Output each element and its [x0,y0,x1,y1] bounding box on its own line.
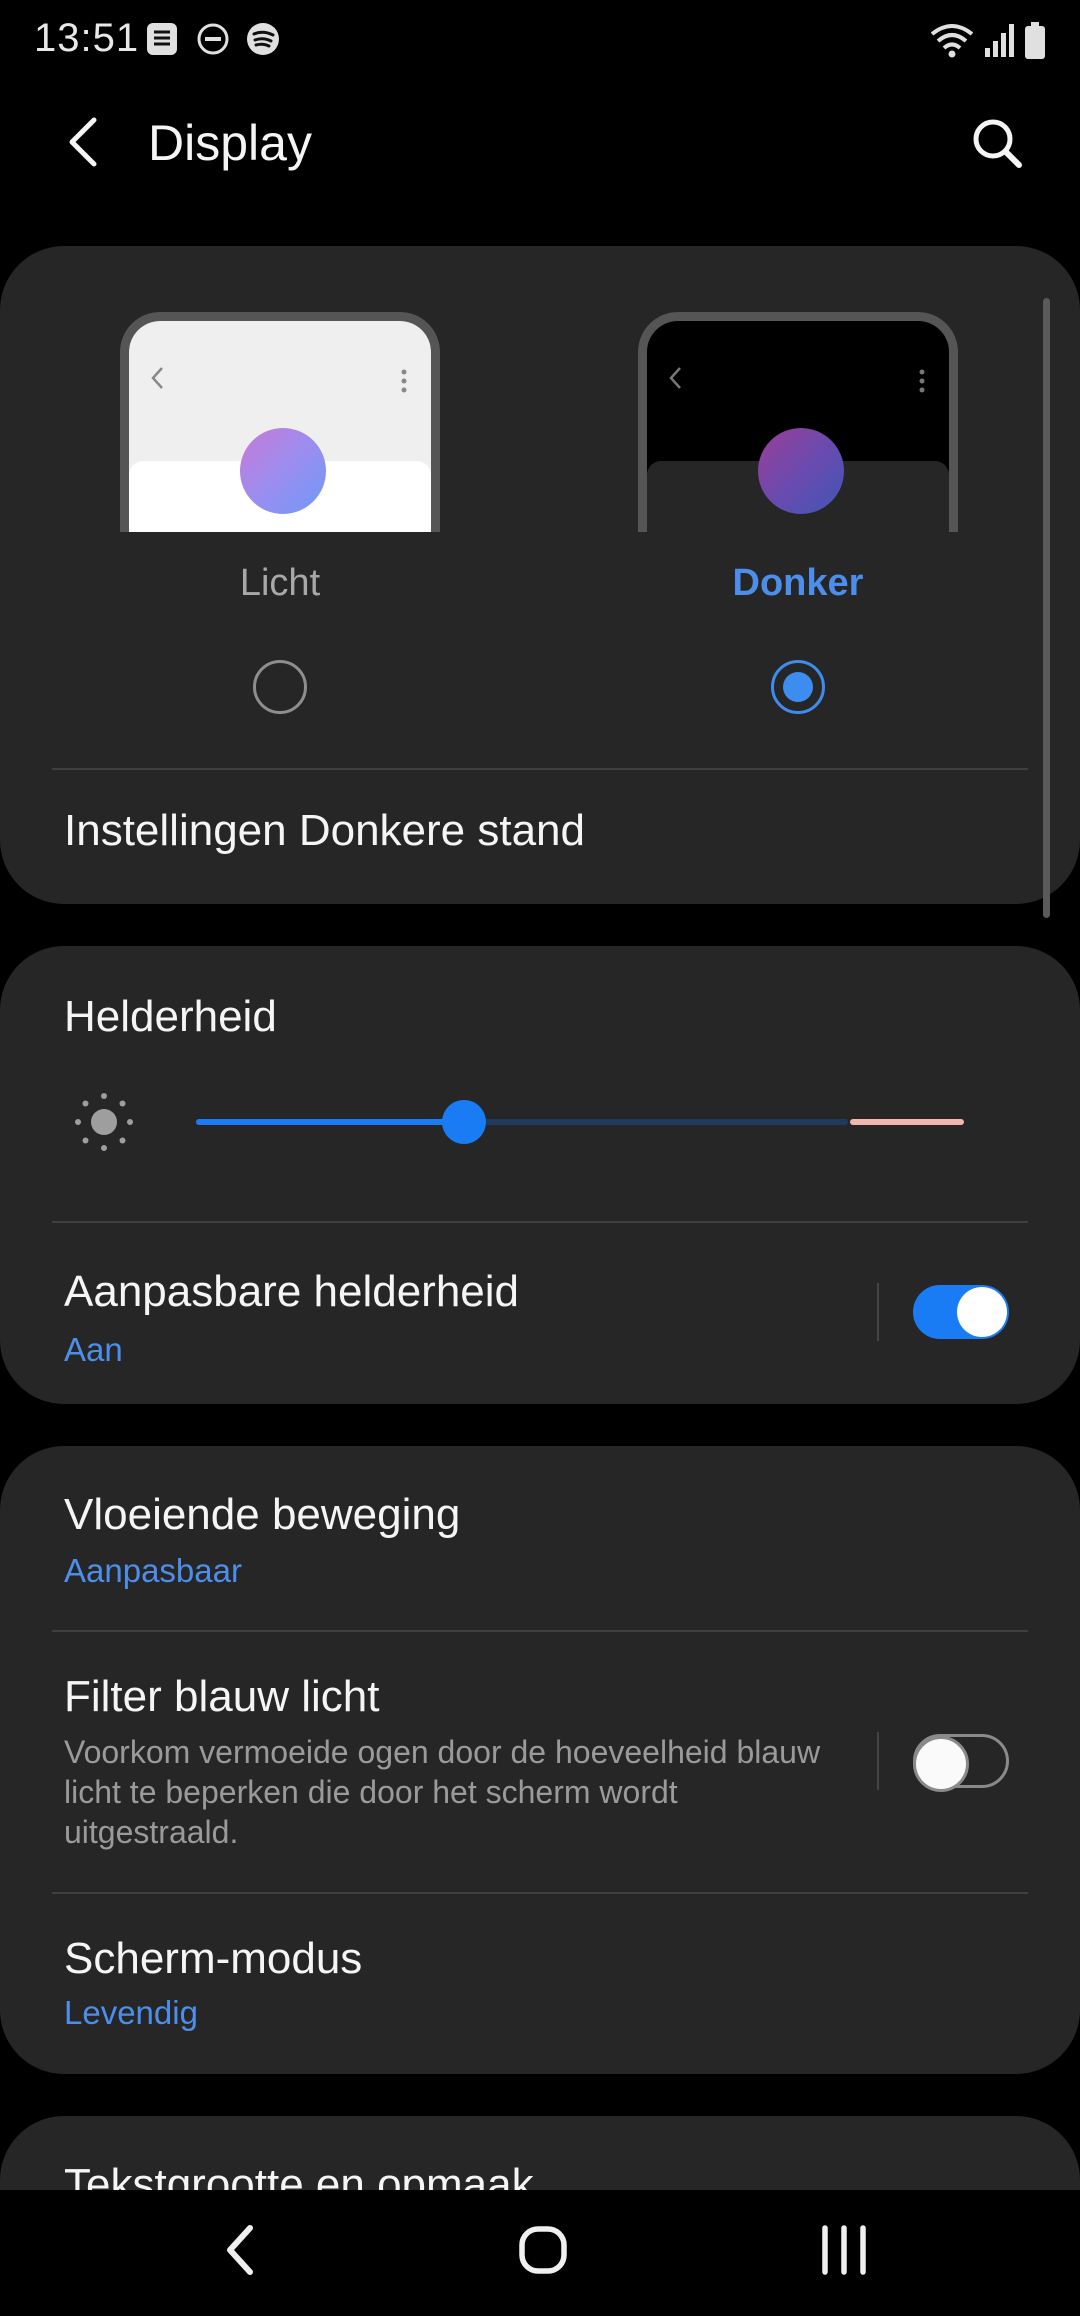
light-theme-preview[interactable] [120,312,440,532]
adaptive-brightness-title: Aanpasbare helderheid [64,1267,520,1316]
slider-track-warning [850,1119,964,1125]
signal-icon [984,22,1014,63]
screen-mode-title: Scherm-modus [64,1934,363,1983]
preview-more-icon [401,369,407,393]
navigation-bar [0,2190,1080,2316]
slider-track-active [196,1119,464,1125]
dark-theme-label: Donker [732,562,864,604]
nav-home-icon [519,2226,567,2274]
blue-light-description: Voorkom vermoeide ogen door de hoeveelhe… [64,1734,821,1850]
light-theme-radio[interactable] [253,660,307,714]
display-options-card: Vloeiende beweging Aanpasbaar Filter bla… [0,1446,1080,2074]
screen-mode-value: Levendig [64,1994,198,2031]
separator [877,1732,879,1790]
blue-light-toggle[interactable] [913,1734,1009,1792]
brightness-title: Helderheid [64,992,277,1041]
search-button[interactable] [962,108,1032,178]
motion-row[interactable]: Vloeiende beweging Aanpasbaar [0,1446,1080,1630]
dark-mode-settings-label: Instellingen Donkere stand [64,806,585,855]
motion-value: Aanpasbaar [64,1552,242,1589]
theme-card: Licht Donker Instellingen Donkere stand [0,246,1080,904]
status-bar: 13:51 [0,0,1080,84]
sun-icon [75,1093,133,1151]
brightness-slider[interactable] [196,1094,968,1150]
blue-light-row[interactable]: Filter blauw licht Voorkom vermoeide oge… [0,1632,1080,1894]
scrollbar[interactable] [1043,298,1050,918]
nav-recents-button[interactable] [794,2200,894,2300]
text-size-title: Tekstgrootte en opmaak [64,2160,534,2190]
dark-theme-radio[interactable] [771,660,825,714]
adaptive-brightness-value: Aan [64,1331,123,1368]
preview-more-icon [919,369,925,393]
adaptive-brightness-row[interactable]: Aanpasbare helderheid Aan [0,1223,1080,1404]
screen-mode-row[interactable]: Scherm-modus Levendig [0,1894,1080,2074]
dark-theme-preview[interactable] [638,312,958,532]
do-not-disturb-icon [196,22,230,61]
preview-back-icon [669,367,681,389]
text-size-card-clip: Tekstgrootte en opmaak [0,2116,1080,2190]
nav-home-button[interactable] [493,2200,593,2300]
back-arrow-icon [69,117,97,167]
spotify-icon [246,22,280,61]
wifi-icon [930,22,974,63]
nav-recents-icon [822,2225,866,2275]
nav-back-button[interactable] [190,2200,290,2300]
battery-icon [1024,22,1046,65]
back-button[interactable] [54,104,114,180]
toggle-knob [957,1287,1007,1337]
motion-title: Vloeiende beweging [64,1490,461,1539]
status-time: 13:51 [34,16,140,60]
dark-mode-settings-row[interactable]: Instellingen Donkere stand [0,770,1080,904]
preview-back-icon [151,367,163,389]
toggle-knob [913,1736,969,1792]
preview-orb [240,428,326,514]
preview-orb [758,428,844,514]
slider-thumb[interactable] [442,1100,486,1144]
nav-back-icon [227,2225,253,2275]
adaptive-brightness-toggle[interactable] [913,1285,1009,1339]
separator [877,1283,879,1341]
search-icon [973,119,1022,168]
page-title: Display [148,115,312,171]
brightness-card: Helderheid Aanpasbare helderheid Aan [0,946,1080,1404]
light-theme-label: Licht [239,562,321,604]
blue-light-title: Filter blauw licht [64,1672,380,1721]
text-size-card[interactable]: Tekstgrootte en opmaak [0,2116,1080,2190]
slider-track-inactive [464,1119,848,1125]
notification-stack-icon [146,22,178,61]
